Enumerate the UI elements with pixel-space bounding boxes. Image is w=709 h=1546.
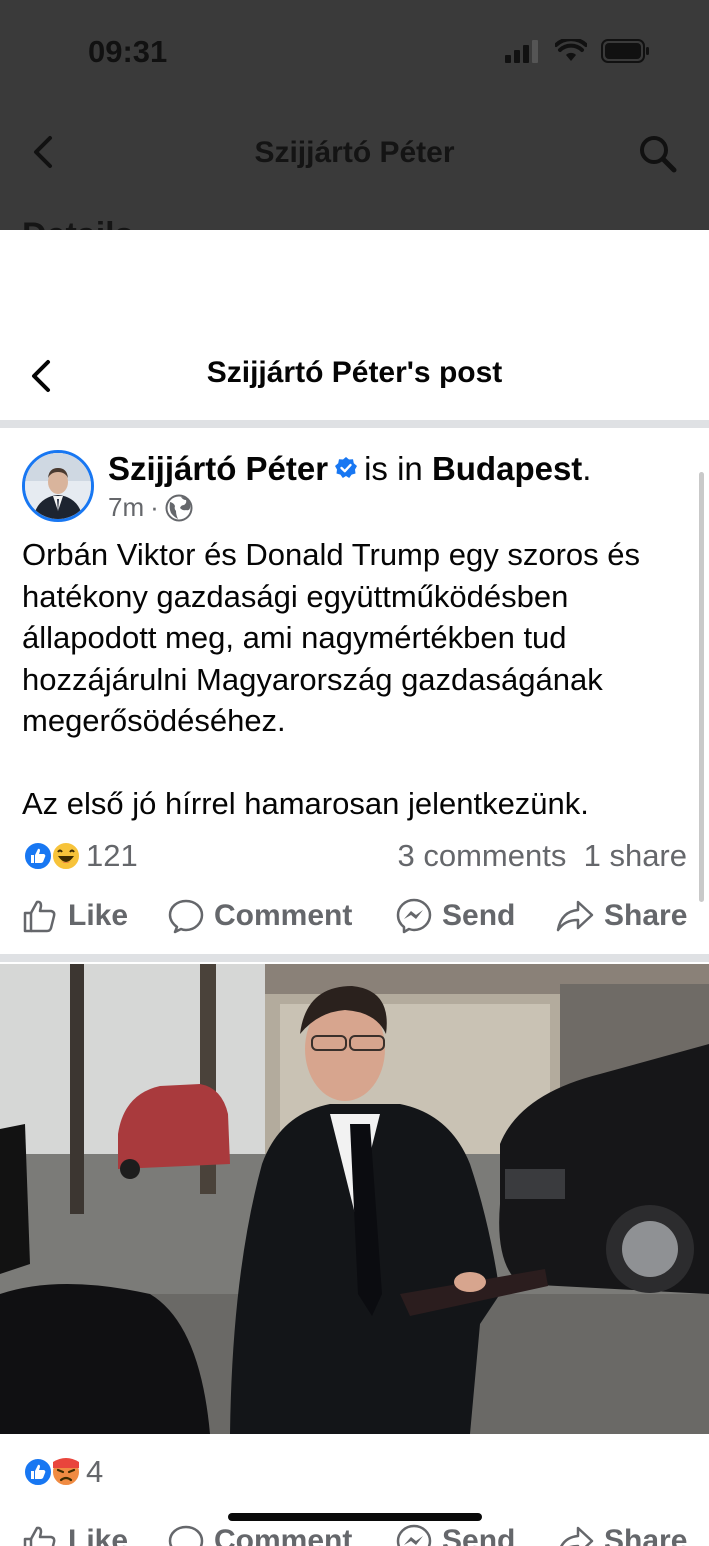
photo-send-button[interactable]: Send xyxy=(396,1524,515,1546)
comment-icon xyxy=(168,1525,204,1546)
post-paragraph: Az első jó hírrel hamarosan jelentkezünk… xyxy=(22,785,589,821)
comment-button[interactable]: Comment xyxy=(168,898,352,934)
send-label: Send xyxy=(442,1524,516,1546)
sheet-title: Szijjártó Péter's post xyxy=(206,356,503,389)
location-prefix: is in xyxy=(364,450,423,487)
post-meta: 7m · xyxy=(108,492,193,523)
post-text: Orbán Viktor és Donald Trump egy szoros … xyxy=(22,534,692,824)
like-label: Like xyxy=(68,899,129,932)
status-time: 09:31 xyxy=(88,34,168,69)
comment-label: Comment xyxy=(214,1524,353,1546)
send-label: Send xyxy=(442,899,516,932)
photo-image xyxy=(0,964,709,1434)
messenger-icon xyxy=(396,1524,432,1546)
comment-icon xyxy=(168,899,204,934)
post-photo[interactable] xyxy=(0,964,709,1434)
home-indicator[interactable] xyxy=(228,1513,482,1521)
like-reaction-icon xyxy=(23,841,53,871)
share-icon xyxy=(556,900,594,932)
like-button[interactable]: Like xyxy=(22,898,128,934)
reaction-count: 121 xyxy=(86,838,138,873)
search-icon[interactable] xyxy=(638,134,678,174)
share-label: Share xyxy=(604,899,688,932)
background-page-title: Szijjártó Péter xyxy=(254,136,455,169)
profile-photo xyxy=(25,453,91,519)
comment-share-counts: 3 comments 1 share xyxy=(398,838,687,874)
signal-icon xyxy=(505,40,538,63)
location-suffix: . xyxy=(582,450,592,487)
like-label: Like xyxy=(68,1524,129,1546)
share-button[interactable]: Share xyxy=(556,898,687,934)
post-time[interactable]: 7m xyxy=(108,492,144,523)
photo-share-button[interactable]: Share xyxy=(556,1524,687,1546)
share-count[interactable]: 1 share xyxy=(584,838,687,873)
like-icon xyxy=(23,1526,56,1546)
post-divider xyxy=(0,954,709,962)
send-button[interactable]: Send xyxy=(396,898,515,934)
comment-count[interactable]: 3 comments xyxy=(398,838,567,873)
reactions-summary[interactable]: 121 3 comments 1 share xyxy=(22,836,687,876)
photo-reaction-count: 4 xyxy=(86,1454,104,1489)
messenger-icon xyxy=(396,898,432,934)
location-link[interactable]: Budapest xyxy=(432,450,582,487)
like-icon xyxy=(23,900,56,933)
post-paragraph: Orbán Viktor és Donald Trump egy szoros … xyxy=(22,537,640,738)
photo-comment-button[interactable]: Comment xyxy=(168,1524,352,1546)
battery-icon xyxy=(601,39,649,63)
wifi-icon xyxy=(555,39,587,61)
angry-reaction-icon xyxy=(51,1457,81,1487)
meta-separator: · xyxy=(150,492,159,522)
sheet-header: Szijjártó Péter's post xyxy=(0,348,709,402)
share-label: Share xyxy=(604,1524,688,1546)
post-sheet: Szijjártó Péter's post Szijjártó Péter i… xyxy=(0,230,709,1546)
status-icons xyxy=(505,38,651,64)
like-reaction-icon xyxy=(23,1457,53,1487)
post-actions: Like Comment Send Share xyxy=(0,898,709,946)
verified-badge-icon xyxy=(335,457,358,479)
comment-label: Comment xyxy=(214,899,353,932)
scrollbar[interactable] xyxy=(699,472,704,902)
reaction-icons xyxy=(23,841,81,871)
haha-reaction-icon xyxy=(51,841,81,871)
author-line: Szijjártó Péter is in Budapest. xyxy=(108,450,591,488)
photo-reaction-icons xyxy=(23,1457,81,1487)
background-peek-text: Details xyxy=(22,218,134,230)
photo-like-button[interactable]: Like xyxy=(22,1524,128,1546)
photo-reactions-summary[interactable]: 4 xyxy=(22,1452,322,1492)
author-name[interactable]: Szijjártó Péter xyxy=(108,450,328,487)
background-page: 09:31 Szijjártó Péter Details xyxy=(0,0,709,230)
header-divider xyxy=(0,420,709,428)
globe-icon xyxy=(165,494,193,521)
avatar[interactable] xyxy=(22,450,94,522)
share-icon xyxy=(560,1526,594,1546)
